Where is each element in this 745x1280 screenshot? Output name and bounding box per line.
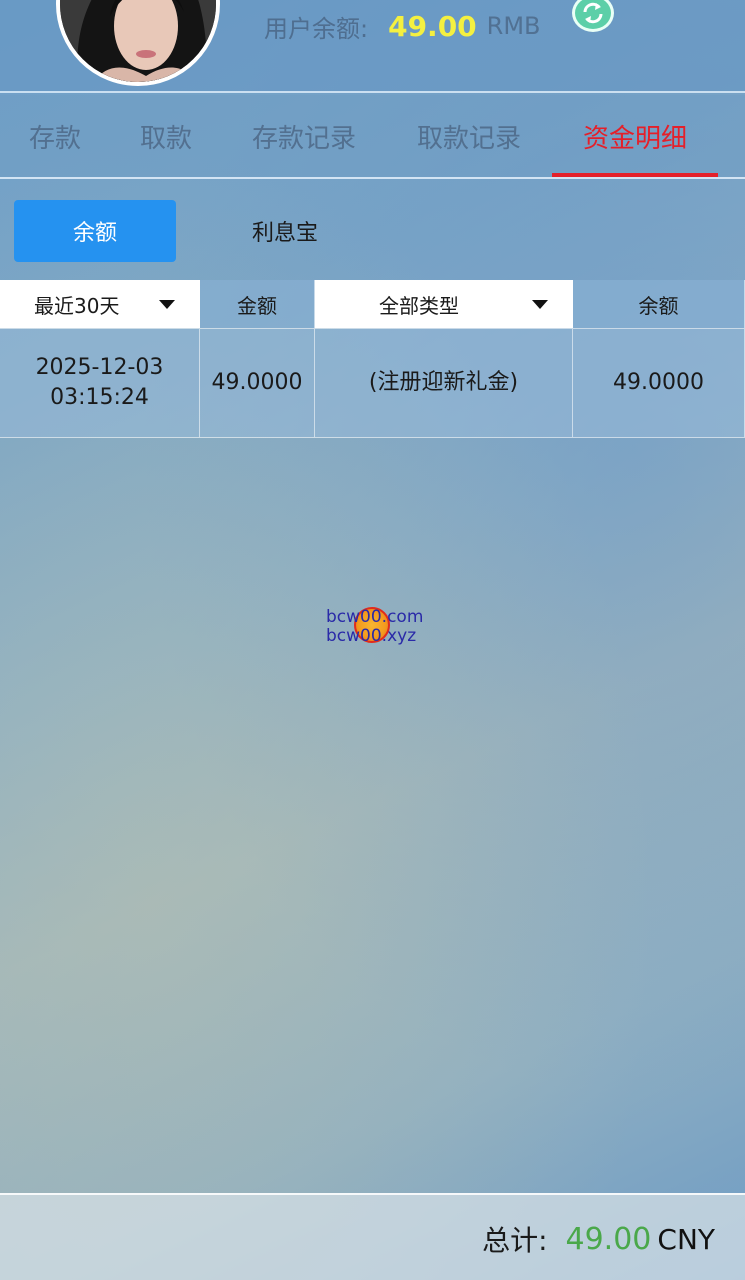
avatar-image: [60, 0, 216, 82]
tab-deposit[interactable]: 存款: [0, 95, 110, 177]
cell-balance: 49.0000: [573, 329, 745, 437]
balance-unit: RMB: [486, 12, 541, 40]
type-select[interactable]: 全部类型: [315, 280, 573, 328]
period-select-label: 最近30天: [34, 293, 120, 318]
subtab-balance[interactable]: 余额: [14, 200, 176, 262]
watermark-line2: bcw00.xyz: [326, 626, 417, 646]
tab-withdraw-records[interactable]: 取款记录: [386, 95, 552, 177]
caret-down-icon: [532, 299, 548, 309]
refresh-button[interactable]: [572, 0, 614, 32]
balance-value: 49.00: [388, 9, 477, 43]
tab-withdraw[interactable]: 取款: [110, 95, 222, 177]
column-header-amount: 金额: [200, 280, 315, 328]
refresh-icon: [583, 2, 603, 24]
balance-label: 用户余额:: [264, 14, 369, 43]
total-value: 49.00: [565, 1221, 652, 1257]
total-unit: CNY: [657, 1222, 715, 1256]
type-select-label: 全部类型: [379, 293, 459, 318]
main-tabs: 存款 取款 存款记录 取款记录 资金明细: [0, 95, 745, 179]
tab-deposit-records[interactable]: 存款记录: [222, 95, 386, 177]
caret-down-icon: [159, 299, 175, 309]
total-label: 总计:: [482, 1224, 548, 1257]
balance-row: 用户余额: 49.00 RMB: [264, 6, 541, 46]
period-select[interactable]: 最近30天: [0, 280, 200, 328]
avatar[interactable]: [56, 0, 220, 86]
cell-type: (注册迎新礼金): [315, 329, 573, 437]
cell-amount: 49.0000: [200, 329, 315, 437]
table-row: 2025-12-03 03:15:24 49.0000 (注册迎新礼金) 49.…: [0, 328, 745, 438]
watermark-line1: bcw00.com: [326, 607, 424, 627]
subtab-interest-treasure[interactable]: 利息宝: [204, 200, 366, 262]
cell-date: 2025-12-03: [35, 355, 164, 380]
total-footer: 总计: 49.00 CNY: [0, 1193, 745, 1280]
column-header-balance: 余额: [573, 280, 745, 328]
cell-datetime: 2025-12-03 03:15:24: [0, 329, 200, 437]
tab-fund-details[interactable]: 资金明细: [552, 95, 718, 177]
watermark: bcw00.com bcw00.xyz: [326, 605, 436, 649]
total-row: 总计: 49.00 CNY: [482, 1217, 715, 1261]
account-header: 用户余额: 49.00 RMB: [0, 0, 745, 93]
cell-time: 03:15:24: [50, 385, 149, 410]
